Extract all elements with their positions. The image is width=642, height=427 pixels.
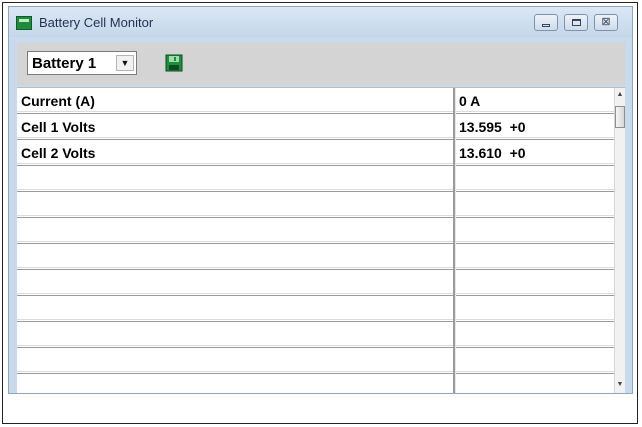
chevron-down-icon[interactable]: ▼	[116, 55, 134, 71]
close-button[interactable]: ⊠	[594, 14, 618, 31]
grid-row-cell-1[interactable]: Cell 1 Volts 13.595 +0	[17, 114, 614, 140]
vertical-scrollbar[interactable]: ▲ ▼	[614, 88, 625, 393]
empty-grid-row[interactable]	[17, 348, 614, 374]
maximize-icon	[572, 19, 581, 26]
grid-row-current[interactable]: Current (A) 0 A	[17, 88, 614, 114]
row-label: Cell 1 Volts	[21, 119, 96, 135]
maximize-button[interactable]	[564, 14, 588, 31]
window-title: Battery Cell Monitor	[39, 15, 154, 30]
scroll-down-icon[interactable]: ▼	[615, 378, 625, 392]
app-window: Battery Cell Monitor ⊠ Battery 1 ▼ Curre…	[8, 6, 633, 394]
scroll-up-icon[interactable]: ▲	[615, 88, 625, 102]
row-value: 13.595 +0	[459, 119, 526, 135]
battery-select[interactable]: Battery 1 ▼	[27, 51, 137, 75]
column-divider[interactable]	[453, 88, 456, 393]
scroll-thumb[interactable]	[615, 106, 625, 128]
data-grid: Current (A) 0 A Cell 1 Volts 13.595 +0 C…	[17, 87, 625, 393]
row-value: 13.610 +0	[459, 145, 526, 161]
empty-grid-row[interactable]	[17, 296, 614, 322]
empty-grid-row[interactable]	[17, 192, 614, 218]
title-bar[interactable]: Battery Cell Monitor ⊠	[9, 7, 632, 37]
empty-grid-row[interactable]	[17, 322, 614, 348]
close-icon: ⊠	[601, 16, 611, 28]
battery-monitor-app-icon	[16, 16, 32, 30]
toolbar: Battery 1 ▼	[17, 43, 625, 85]
battery-select-value: Battery 1	[32, 55, 97, 72]
empty-grid-row[interactable]	[17, 218, 614, 244]
row-label: Cell 2 Volts	[21, 145, 96, 161]
empty-grid-row[interactable]	[17, 166, 614, 192]
row-label: Current (A)	[21, 93, 95, 109]
grid-row-cell-2[interactable]: Cell 2 Volts 13.610 +0	[17, 140, 614, 166]
minimize-button[interactable]	[534, 14, 558, 31]
row-value: 0 A	[459, 93, 481, 109]
empty-grid-row[interactable]	[17, 270, 614, 296]
empty-grid-row[interactable]	[17, 244, 614, 270]
save-disk-icon[interactable]	[165, 54, 183, 72]
empty-grid-row[interactable]	[17, 374, 614, 393]
minimize-icon	[542, 24, 550, 27]
